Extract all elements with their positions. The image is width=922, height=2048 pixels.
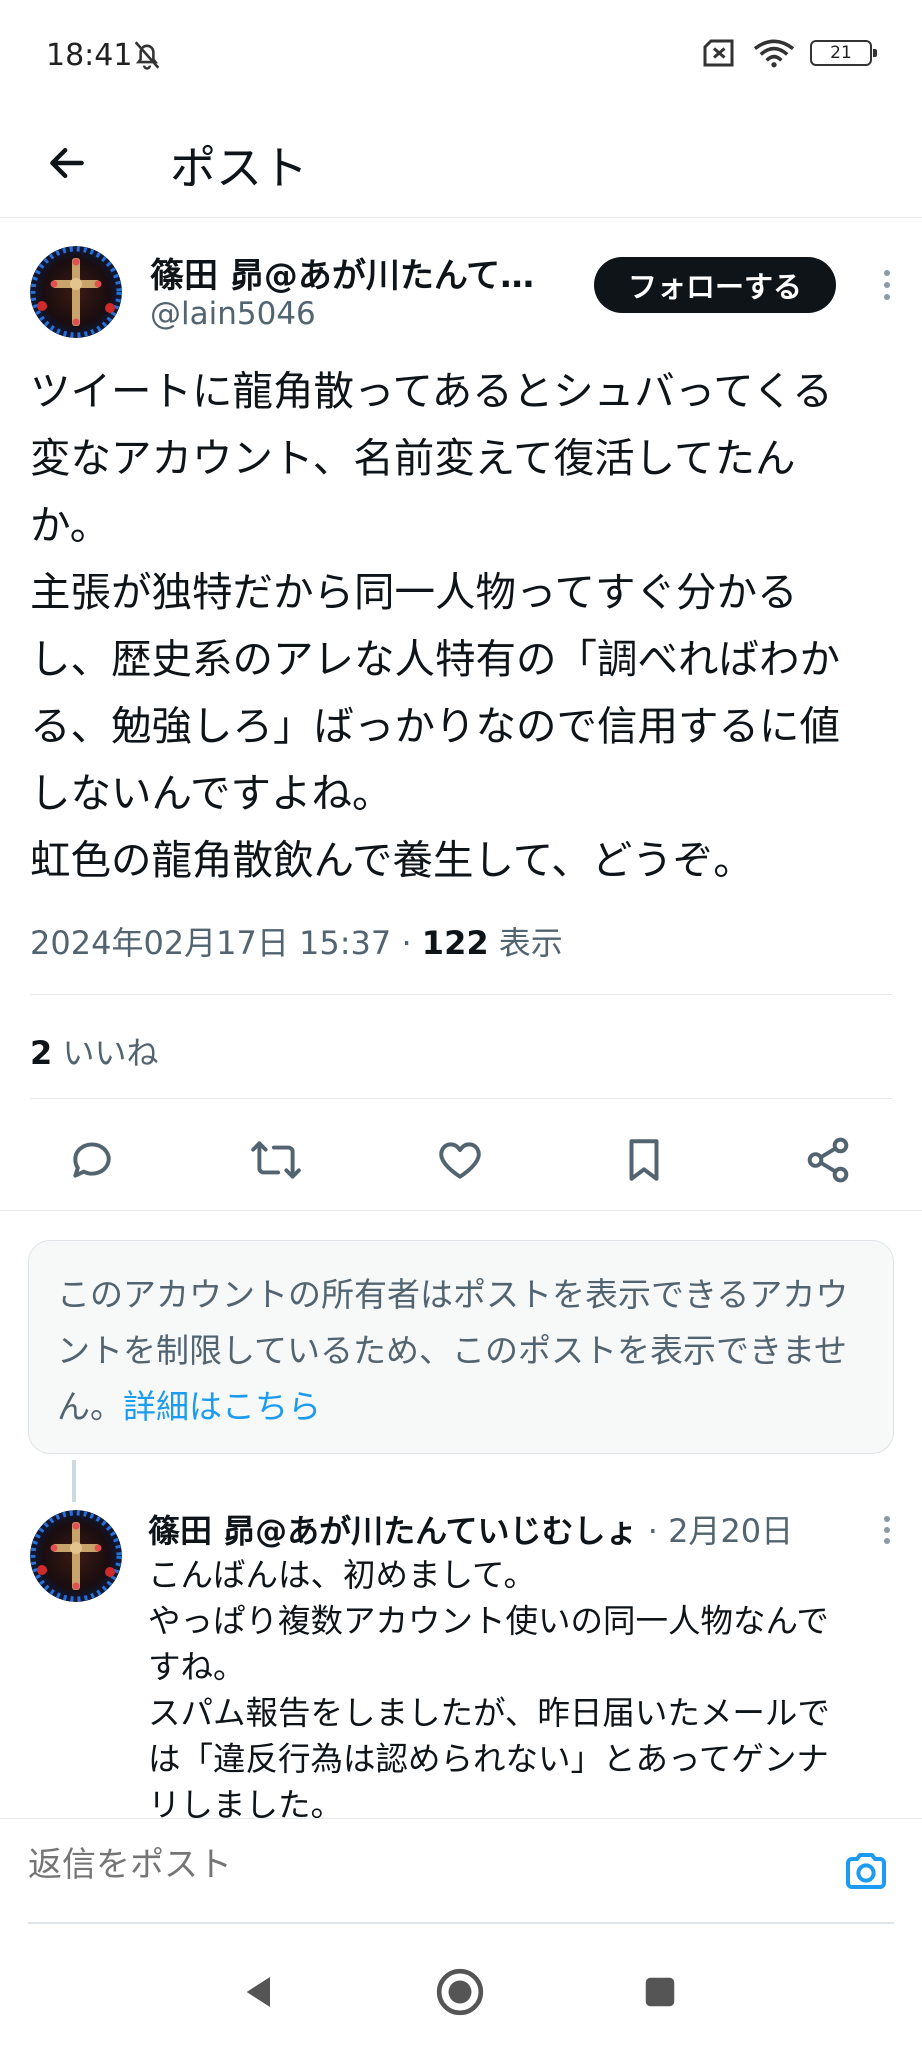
like-button[interactable] xyxy=(430,1130,490,1190)
follow-button[interactable]: フォローする xyxy=(594,257,836,313)
post-text-line: か。 xyxy=(30,501,111,549)
post-timestamp[interactable]: 2024年02月17日 15:37 xyxy=(30,924,391,962)
reply-text-line: は「違反行為は認められない」とあってゲンナ xyxy=(148,1740,829,1778)
camera-icon xyxy=(846,1853,886,1889)
circle-home-icon xyxy=(436,1968,484,2016)
status-bar: 18:41 21 xyxy=(0,0,922,110)
battery-level: 21 xyxy=(830,43,852,63)
post-text-line: 変なアカウント、名前変えて復活してたん xyxy=(30,434,796,482)
bookmark-icon xyxy=(629,1139,659,1181)
section-divider xyxy=(0,1210,922,1211)
cross-avatar-image xyxy=(30,1510,122,1602)
views-count: 122 xyxy=(421,924,489,962)
divider xyxy=(30,1098,892,1099)
learn-more-link[interactable]: 詳細はこちら xyxy=(123,1387,321,1426)
reply-text: こんばんは、初めまして。 やっぱり複数アカウント使いの同一人物なんで すね。 ス… xyxy=(148,1552,888,1818)
reply-date[interactable]: · 2月20日 xyxy=(638,1512,793,1550)
views-label: 表示 xyxy=(488,924,563,962)
restricted-post-notice: このアカウントの所有者はポストを表示できるアカウントを制限しているため、このポス… xyxy=(28,1240,894,1454)
triangle-back-icon xyxy=(246,1977,270,2007)
author-handle[interactable]: @lain5046 xyxy=(150,296,316,332)
nav-back-button[interactable] xyxy=(230,1962,290,2022)
system-navigation-bar xyxy=(0,1924,922,2048)
reply-author-avatar[interactable] xyxy=(30,1510,122,1602)
repost-icon xyxy=(251,1141,301,1179)
camera-button[interactable] xyxy=(838,1843,894,1899)
nav-home-button[interactable] xyxy=(430,1962,490,2022)
post-text-line: 虹色の龍角散飲んで養生して、どうぞ。 xyxy=(30,836,754,884)
action-bar xyxy=(0,1110,922,1210)
reply-author-name[interactable]: 篠田 昴@あが川たんていじむしょ xyxy=(148,1512,638,1550)
reply-input[interactable] xyxy=(28,1845,788,1885)
wifi-icon xyxy=(753,39,795,68)
post-text-line: る、勉強しろ」ばっかりなので信用するに値 xyxy=(30,702,840,750)
like-icon xyxy=(439,1142,481,1179)
author-name[interactable]: 篠田 昴@あが川たんて… xyxy=(150,248,550,297)
post-text-line: 主張が独特だから同一人物ってすぐ分かる xyxy=(30,568,798,616)
post-text-line: ツイートに龍角散ってあるとシュバってくる xyxy=(30,367,833,415)
reply-button[interactable] xyxy=(62,1130,122,1190)
author-avatar[interactable] xyxy=(30,246,122,338)
reply-post[interactable]: 篠田 昴@あが川たんていじむしょ · 2月20日 こんばんは、初めまして。 やっ… xyxy=(0,1500,922,1818)
header: ポスト xyxy=(0,110,922,218)
divider xyxy=(30,994,892,995)
share-button[interactable] xyxy=(798,1130,858,1190)
share-icon xyxy=(807,1137,849,1183)
post-text-line: しないんですよね。 xyxy=(30,769,393,817)
meta-separator: · xyxy=(391,924,422,962)
post-text-line: し、歴史系のアレな人特有の「調べればわか xyxy=(30,635,840,683)
more-options-icon[interactable] xyxy=(874,260,900,310)
square-recents-icon xyxy=(645,1977,675,2007)
bell-off-icon xyxy=(134,41,160,70)
likes-count: 2 xyxy=(30,1034,53,1072)
cross-avatar-image xyxy=(30,246,122,338)
reply-text-line: スパム報告をしましたが、昨日届いたメールで xyxy=(148,1694,830,1732)
reply-text-line: リしました。 xyxy=(148,1786,344,1818)
page-title: ポスト xyxy=(170,141,308,195)
repost-button[interactable] xyxy=(246,1130,306,1190)
likes-label: いいね xyxy=(52,1034,159,1072)
arrow-left-icon xyxy=(50,147,84,179)
reply-icon xyxy=(73,1142,111,1178)
status-time: 18:41 xyxy=(46,38,133,73)
reply-text-line: こんばんは、初めまして。 xyxy=(148,1556,537,1594)
nav-recents-button[interactable] xyxy=(630,1962,690,2022)
back-button[interactable] xyxy=(38,134,96,192)
no-sim-icon xyxy=(703,39,734,67)
status-icons: 21 xyxy=(702,38,877,68)
battery-icon: 21 xyxy=(810,40,877,66)
thread-line xyxy=(72,1460,76,1502)
reply-header: 篠田 昴@あが川たんていじむしょ · 2月20日 xyxy=(148,1506,793,1552)
post-meta: 2024年02月17日 15:37 · 122 表示 xyxy=(30,918,563,964)
reply-text-line: すね。 xyxy=(148,1648,246,1686)
reply-composer xyxy=(0,1818,922,1924)
bookmark-button[interactable] xyxy=(614,1130,674,1190)
reply-text-line: やっぱり複数アカウント使いの同一人物なんで xyxy=(148,1602,829,1640)
likes-summary[interactable]: 2 いいね xyxy=(30,1028,158,1074)
post-text: ツイートに龍角散ってあるとシュバってくる 変なアカウント、名前変えて復活してたん… xyxy=(30,358,900,894)
reply-more-options-icon[interactable] xyxy=(874,1508,900,1552)
